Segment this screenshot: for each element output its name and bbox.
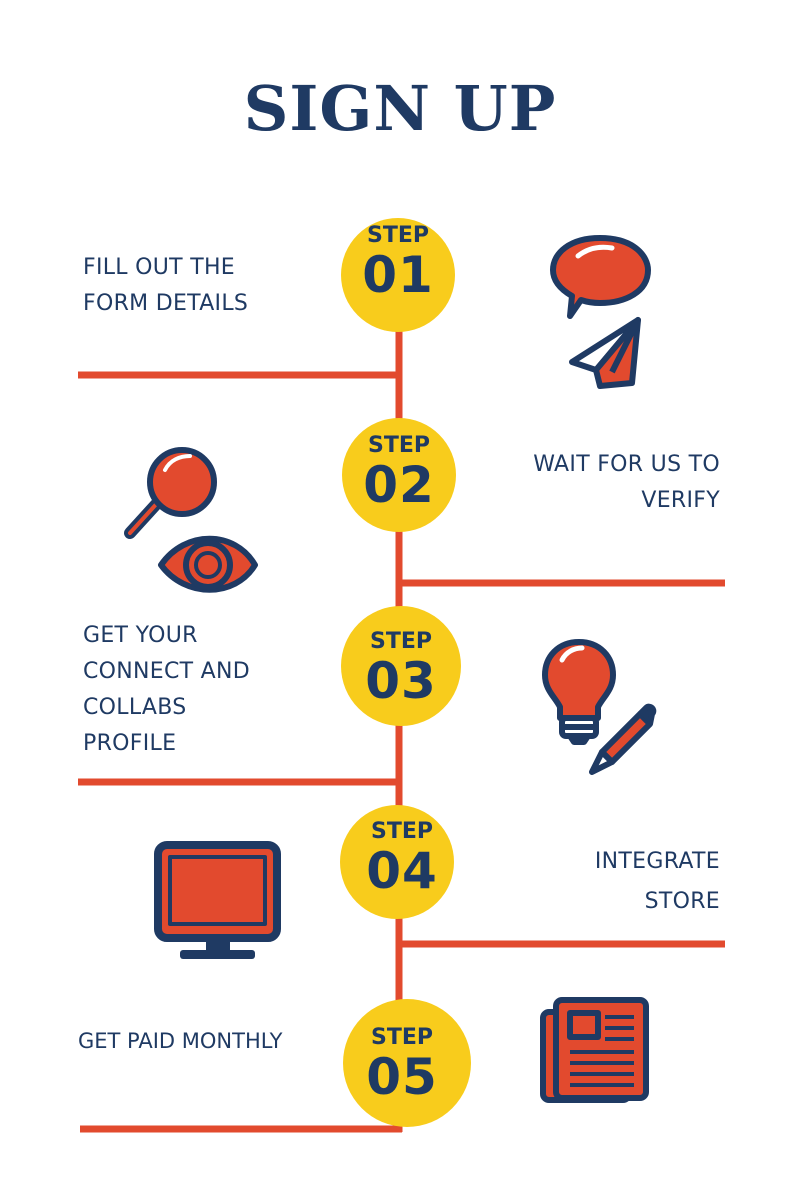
step-label-line: INTEGRATE xyxy=(594,849,720,874)
step-label-line: FILL OUT THE xyxy=(83,255,235,280)
step-label-line: WAIT FOR US TO xyxy=(533,452,720,477)
timeline-graphic xyxy=(78,218,725,1133)
step-number: 03 xyxy=(365,652,437,710)
lightbulb-icon xyxy=(542,639,616,745)
step-badge-1: STEP 01 xyxy=(348,223,448,304)
step-badge-5: STEP 05 xyxy=(352,1025,452,1106)
step-label-1: FILL OUT THE FORM DETAILS xyxy=(83,250,248,322)
step-label-5: GET PAID MONTHLY xyxy=(78,1023,282,1059)
step-label-line: VERIFY xyxy=(641,488,720,513)
step-label-4: INTEGRATE STORE xyxy=(470,842,720,922)
magnifier-icon xyxy=(124,447,217,539)
step-word: STEP xyxy=(367,433,430,458)
step-label-line: PROFILE xyxy=(83,731,177,756)
newspaper-icon xyxy=(540,997,649,1103)
eye-icon xyxy=(158,535,258,593)
step-word: STEP xyxy=(370,1025,433,1050)
step-label-line: STORE xyxy=(644,889,720,914)
step-number: 04 xyxy=(366,842,438,900)
speech-bubble-icon xyxy=(550,235,651,319)
step-label-3: GET YOUR CONNECT AND COLLABS PROFILE xyxy=(83,618,250,762)
step-number: 01 xyxy=(362,246,434,304)
step-number: 02 xyxy=(363,456,435,514)
paper-plane-icon xyxy=(569,317,641,389)
step-label-line: CONNECT AND xyxy=(83,659,251,684)
step-label-line: GET PAID MONTHLY xyxy=(78,1029,283,1053)
step-word: STEP xyxy=(366,223,429,248)
step-label-line: GET YOUR xyxy=(83,623,198,648)
step-badge-2: STEP 02 xyxy=(349,433,449,514)
step-badge-3: STEP 03 xyxy=(351,629,451,710)
step-label-line: COLLABS xyxy=(83,695,187,720)
step-number: 05 xyxy=(366,1048,438,1106)
step-label-line: FORM DETAILS xyxy=(83,291,249,316)
monitor-icon xyxy=(154,841,281,959)
step-word: STEP xyxy=(370,819,433,844)
step-label-2: WAIT FOR US TO VERIFY xyxy=(470,447,720,519)
step-badge-4: STEP 04 xyxy=(352,819,452,900)
step-word: STEP xyxy=(369,629,432,654)
pencil-icon xyxy=(589,703,657,775)
